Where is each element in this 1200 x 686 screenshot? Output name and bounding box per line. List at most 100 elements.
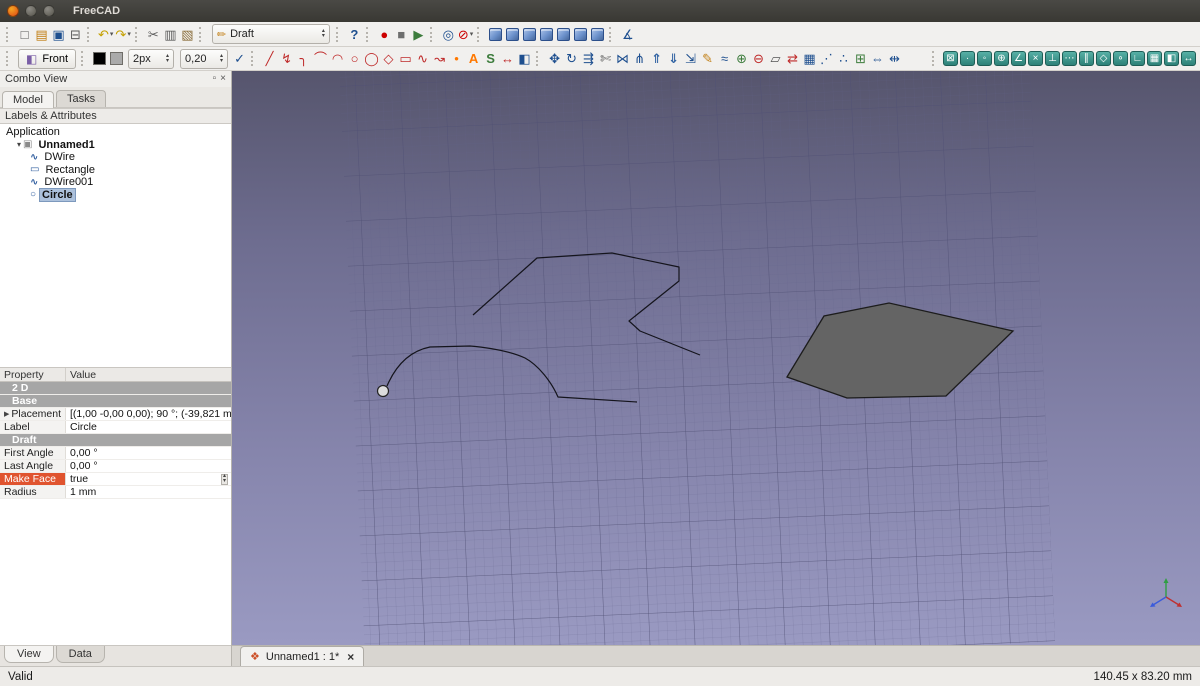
- draft-upgrade-button[interactable]: ⇑: [648, 49, 665, 69]
- draft-ellipse-button[interactable]: ◯: [363, 49, 380, 69]
- view-top-button[interactable]: [521, 24, 538, 44]
- draft-polygon-button[interactable]: ◇: [380, 49, 397, 69]
- draft-array-button[interactable]: ▦: [801, 49, 818, 69]
- draft-wire-button[interactable]: ↯: [278, 49, 295, 69]
- draft-point-array-button[interactable]: ∴: [835, 49, 852, 69]
- open-document-button[interactable]: ▤: [33, 24, 50, 44]
- labels-attributes-header[interactable]: Labels & Attributes: [0, 108, 231, 124]
- snap-perpendicular-button[interactable]: ⊥: [1044, 49, 1061, 69]
- draft-offset-button[interactable]: ⇶: [580, 49, 597, 69]
- tab-data[interactable]: Data: [56, 646, 105, 663]
- point-shape[interactable]: [378, 386, 389, 397]
- draft-wire-to-bspline-button[interactable]: ≈: [716, 49, 733, 69]
- property-group-2-d[interactable]: 2 D: [0, 382, 231, 395]
- property-column-header[interactable]: Property: [0, 368, 66, 381]
- view-front-button[interactable]: [504, 24, 521, 44]
- value-column-header[interactable]: Value: [66, 368, 231, 381]
- snap-special-button[interactable]: ◇: [1095, 49, 1112, 69]
- snap-working-plane-button[interactable]: ◧: [1163, 49, 1180, 69]
- draft-circle-button[interactable]: ○: [346, 49, 363, 69]
- draft-shapestring-button[interactable]: S: [482, 49, 499, 69]
- undo-button[interactable]: ↶▾: [97, 24, 114, 44]
- draft-add-point-button[interactable]: ⊕: [733, 49, 750, 69]
- text-scale-spinner[interactable]: 0,20▴▾: [180, 49, 228, 69]
- tab-tasks[interactable]: Tasks: [56, 90, 106, 107]
- 3d-viewport[interactable]: [232, 71, 1200, 645]
- working-plane-button[interactable]: ◧Front: [18, 49, 76, 69]
- window-minimize-button[interactable]: [25, 5, 37, 17]
- view-rear-button[interactable]: [555, 24, 572, 44]
- tree-item-unnamed1[interactable]: ▾▣Unnamed1: [0, 139, 231, 152]
- draft-path-array-button[interactable]: ⋰: [818, 49, 835, 69]
- cut-button[interactable]: ✂: [145, 24, 162, 44]
- snap-intersection-button[interactable]: ×: [1027, 49, 1044, 69]
- property-row-first-angle[interactable]: First Angle0,00 °: [0, 447, 231, 460]
- expander-icon[interactable]: ▾: [17, 140, 21, 149]
- save-document-button[interactable]: ▣: [50, 24, 67, 44]
- snap-ortho-button[interactable]: ∟: [1129, 49, 1146, 69]
- draft-join-button[interactable]: ⋈: [614, 49, 631, 69]
- snap-dimensions-button[interactable]: ↔: [1180, 49, 1197, 69]
- window-maximize-button[interactable]: [43, 5, 55, 17]
- draft-move-button[interactable]: ✥: [546, 49, 563, 69]
- snap-center-button[interactable]: ⊕: [993, 49, 1010, 69]
- draft-dimension-button[interactable]: ↔: [499, 49, 516, 69]
- snap-grid-button[interactable]: ▦: [1146, 49, 1163, 69]
- macro-record-button[interactable]: ●: [376, 24, 393, 44]
- property-group-base[interactable]: Base: [0, 395, 231, 408]
- view-isometric-button[interactable]: [487, 24, 504, 44]
- macro-stop-button[interactable]: ■: [393, 24, 410, 44]
- draft-downgrade-button[interactable]: ⇓: [665, 49, 682, 69]
- print-button[interactable]: ⊟: [67, 24, 84, 44]
- draft-text-button[interactable]: A: [465, 49, 482, 69]
- tab-model[interactable]: Model: [2, 91, 54, 108]
- view-bottom-button[interactable]: [572, 24, 589, 44]
- draft-arc-button[interactable]: ⌒: [312, 49, 329, 69]
- tree-item-rectangle[interactable]: ▭Rectangle: [0, 164, 231, 177]
- draft-point-button[interactable]: •: [448, 49, 465, 69]
- document-tab[interactable]: ❖ Unnamed1 : 1* ×: [240, 646, 364, 666]
- draft-fillet-button[interactable]: ╮: [295, 49, 312, 69]
- whats-this-button[interactable]: ?: [346, 24, 363, 44]
- apply-style-button[interactable]: ✓: [231, 49, 248, 69]
- draft-scale-button[interactable]: ⇲: [682, 49, 699, 69]
- draft-split-button[interactable]: ⋔: [631, 49, 648, 69]
- measure-distance-button[interactable]: ∡: [619, 24, 636, 44]
- draw-style-button[interactable]: ⊘▾: [457, 24, 474, 44]
- copy-button[interactable]: ▥: [162, 24, 179, 44]
- property-row-radius[interactable]: Radius1 mm: [0, 486, 231, 499]
- fit-all-button[interactable]: ◎: [440, 24, 457, 44]
- draft-trimex-button[interactable]: ✄: [597, 49, 614, 69]
- tree-item-dwire001[interactable]: ∿DWire001: [0, 176, 231, 189]
- workbench-selector[interactable]: ✏Draft▴▾: [212, 24, 330, 44]
- tab-view[interactable]: View: [4, 646, 54, 663]
- snap-lock-button[interactable]: ⊠: [942, 49, 959, 69]
- paste-button[interactable]: ▧: [179, 24, 196, 44]
- close-document-icon[interactable]: ×: [347, 650, 354, 664]
- tree-item-application[interactable]: Application: [0, 126, 231, 139]
- line-width-selector[interactable]: 2px▴▾: [128, 49, 174, 69]
- draft-rotate-button[interactable]: ↻: [563, 49, 580, 69]
- panel-close-icon[interactable]: ×: [220, 73, 226, 85]
- panel-undock-icon[interactable]: ▫: [213, 73, 217, 85]
- property-row-last-angle[interactable]: Last Angle0,00 °: [0, 460, 231, 473]
- snap-near-button[interactable]: ∘: [1112, 49, 1129, 69]
- window-close-button[interactable]: [7, 5, 19, 17]
- property-row-make-face[interactable]: Make Facetrue▴▾: [0, 473, 231, 486]
- draft-edit-button[interactable]: ✎: [699, 49, 716, 69]
- draft-bspline-button[interactable]: ∿: [414, 49, 431, 69]
- line-color-swatch[interactable]: [91, 49, 108, 69]
- snap-endpoint-button[interactable]: ∙: [959, 49, 976, 69]
- snap-angle-button[interactable]: ∠: [1010, 49, 1027, 69]
- draft-shape-2d-view-button[interactable]: ▱: [767, 49, 784, 69]
- draft-to-sketch-button[interactable]: ⇄: [784, 49, 801, 69]
- draft-stretch-button[interactable]: ⇹: [886, 49, 903, 69]
- view-left-button[interactable]: [589, 24, 606, 44]
- new-document-button[interactable]: □: [16, 24, 33, 44]
- redo-button[interactable]: ↷▾: [114, 24, 131, 44]
- draft-arc-3points-button[interactable]: ◠: [329, 49, 346, 69]
- snap-parallel-button[interactable]: ∥: [1078, 49, 1095, 69]
- macro-play-button[interactable]: ▶: [410, 24, 427, 44]
- snap-extension-button[interactable]: ⋯: [1061, 49, 1078, 69]
- expander-icon[interactable]: ▶: [4, 410, 9, 418]
